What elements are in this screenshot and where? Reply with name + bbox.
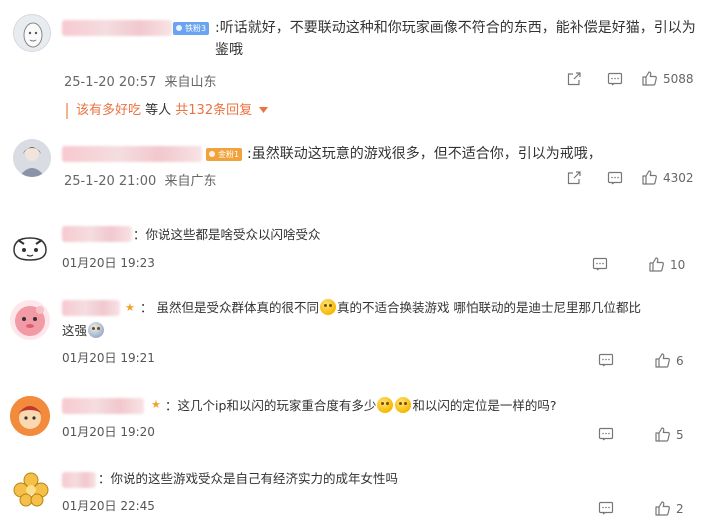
comment-text-line2: 这强 [62,321,105,341]
comment-text: ：你说的这些游戏受众是自己有经济实力的成年女性吗 [98,471,399,486]
reply-count[interactable]: 共132条回复 [175,103,252,118]
location: 来自广东 [164,174,217,189]
like-count: 4302 [663,170,694,185]
comment-4: ★ ： 虽然但是受众群体真的很不同 真的不适合换装游戏 哪怕联动的是迪士尼里那几位… [0,290,714,374]
like-button[interactable]: 5088 [641,70,694,87]
reply-button[interactable] [607,71,623,87]
like-count: 10 [670,257,686,272]
comment-text: ： 虽然但是受众群体真的很不同 真的不适合换装游戏 哪怕联动的是迪士尼里那几位都比 [140,298,641,318]
like-count: 6 [676,353,684,368]
share-icon [567,171,581,185]
username-blurred[interactable] [62,20,172,36]
like-button[interactable]: 10 [648,256,685,273]
emoji-icon [319,299,336,315]
comment-text: ：你说这些都是啥受众以闪啥受众 [133,227,321,242]
avatar-image [23,22,43,48]
avatar[interactable] [12,470,50,508]
comment-3: ：你说这些都是啥受众以闪啥受众 01月20日 19:23 10 [0,218,714,282]
comment-1: 铁粉3 :听话就好，不要联动这种和你玩家画像不符合的东西，能补偿是好猫，引以为鉴… [0,0,714,125]
share-icon [567,72,581,86]
username-blurred[interactable] [62,300,120,316]
thumbs-up-icon [649,257,664,272]
avatar[interactable] [10,300,50,340]
timestamp: 25-1-20 20:57 [64,75,157,90]
comment-text: :听话就好，不要联动这种和你玩家画像不符合的东西，能补偿是好猫，引以为鉴哦 [215,20,696,58]
comment-icon [598,427,614,441]
caret-down-icon [259,107,269,113]
like-count: 2 [676,501,684,516]
comment-2: 金粉1 :虽然联动这玩意的游戏很多，但不适合你，引以为戒哦， 25-1-20 2… [0,125,714,195]
comment-icon [598,501,614,515]
avatar-image [13,139,51,177]
thumbs-up-icon [655,353,670,368]
comment-icon [607,72,623,86]
avatar[interactable] [13,14,51,52]
like-button[interactable]: 2 [654,500,684,517]
like-count: 5088 [663,71,694,86]
username-blurred[interactable] [62,472,96,488]
timestamp: 01月20日 22:45 [62,499,155,513]
avatar[interactable] [10,396,50,436]
comment-text: ：这几个ip和以闪的玩家重合度有多少 和以闪的定位是一样的吗? [165,396,557,416]
fan-badge: 金粉1 [206,148,243,161]
thumbs-up-icon [655,427,670,442]
reply-button[interactable] [598,352,614,368]
comment-6: ：你说的这些游戏受众是自己有经济实力的成年女性吗 01月20日 22:45 2 [0,460,714,526]
like-count: 5 [676,427,684,442]
timestamp: 01月20日 19:20 [62,425,155,439]
username-blurred[interactable] [62,146,202,162]
comment-icon [592,257,608,271]
emoji-icon [88,322,105,338]
reply-button[interactable] [607,170,623,186]
username-blurred[interactable] [62,398,144,414]
thumbs-up-icon [655,501,670,516]
username-blurred[interactable] [62,226,132,242]
timestamp: 01月20日 19:23 [62,256,155,270]
comment-text-part2: 和以闪的定位是一样的吗? [412,398,557,413]
comment-text-part3: 这强 [62,323,88,338]
replies-link[interactable]: 该有多好吃 等人 共132条回复 [66,103,269,119]
like-button[interactable]: 6 [654,352,684,369]
comment-icon [607,171,623,185]
location: 来自山东 [164,75,217,90]
reply-button[interactable] [592,256,608,272]
timestamp: 25-1-20 21:00 [64,174,157,189]
like-button[interactable]: 5 [654,426,684,443]
avatar[interactable] [13,139,51,177]
like-button[interactable]: 4302 [641,169,694,186]
avatar-image [13,237,47,261]
reply-mid: 等人 [141,103,176,118]
fan-badge: 铁粉3 [173,22,210,35]
comment-text: :虽然联动这玩意的游戏很多，但不适合你，引以为戒哦， [247,146,602,162]
comment-time: 25-1-20 21:00 来自广东 [64,170,217,189]
thumbs-up-icon [642,71,657,86]
emoji-icon [377,397,394,413]
thumbs-up-icon [642,170,657,185]
avatar-image [15,306,45,336]
comment-5: ★ ：这几个ip和以闪的玩家重合度有多少 和以闪的定位是一样的吗? 01月20日 … [0,386,714,450]
emoji-icon [395,397,412,413]
reply-button[interactable] [598,426,614,442]
comment-time: 25-1-20 20:57 来自山东 [64,71,217,90]
comment-text-part1: ： 虽然但是受众群体真的很不同 [140,300,319,315]
comment-text-part1: ：这几个ip和以闪的玩家重合度有多少 [165,398,377,413]
avatar[interactable] [10,228,50,268]
fan-icon: ★ [125,301,135,314]
comment-icon [598,353,614,367]
reply-nickname[interactable]: 该有多好吃 [76,103,141,118]
fan-icon: ★ [151,398,161,411]
timestamp: 01月20日 19:21 [62,351,155,365]
share-button[interactable] [566,71,582,87]
share-button[interactable] [566,170,582,186]
avatar-image [13,472,49,507]
comment-text-part2: 真的不适合换装游戏 哪怕联动的是迪士尼里那几位都比 [336,300,641,315]
reply-button[interactable] [598,500,614,516]
avatar-image [10,396,50,436]
